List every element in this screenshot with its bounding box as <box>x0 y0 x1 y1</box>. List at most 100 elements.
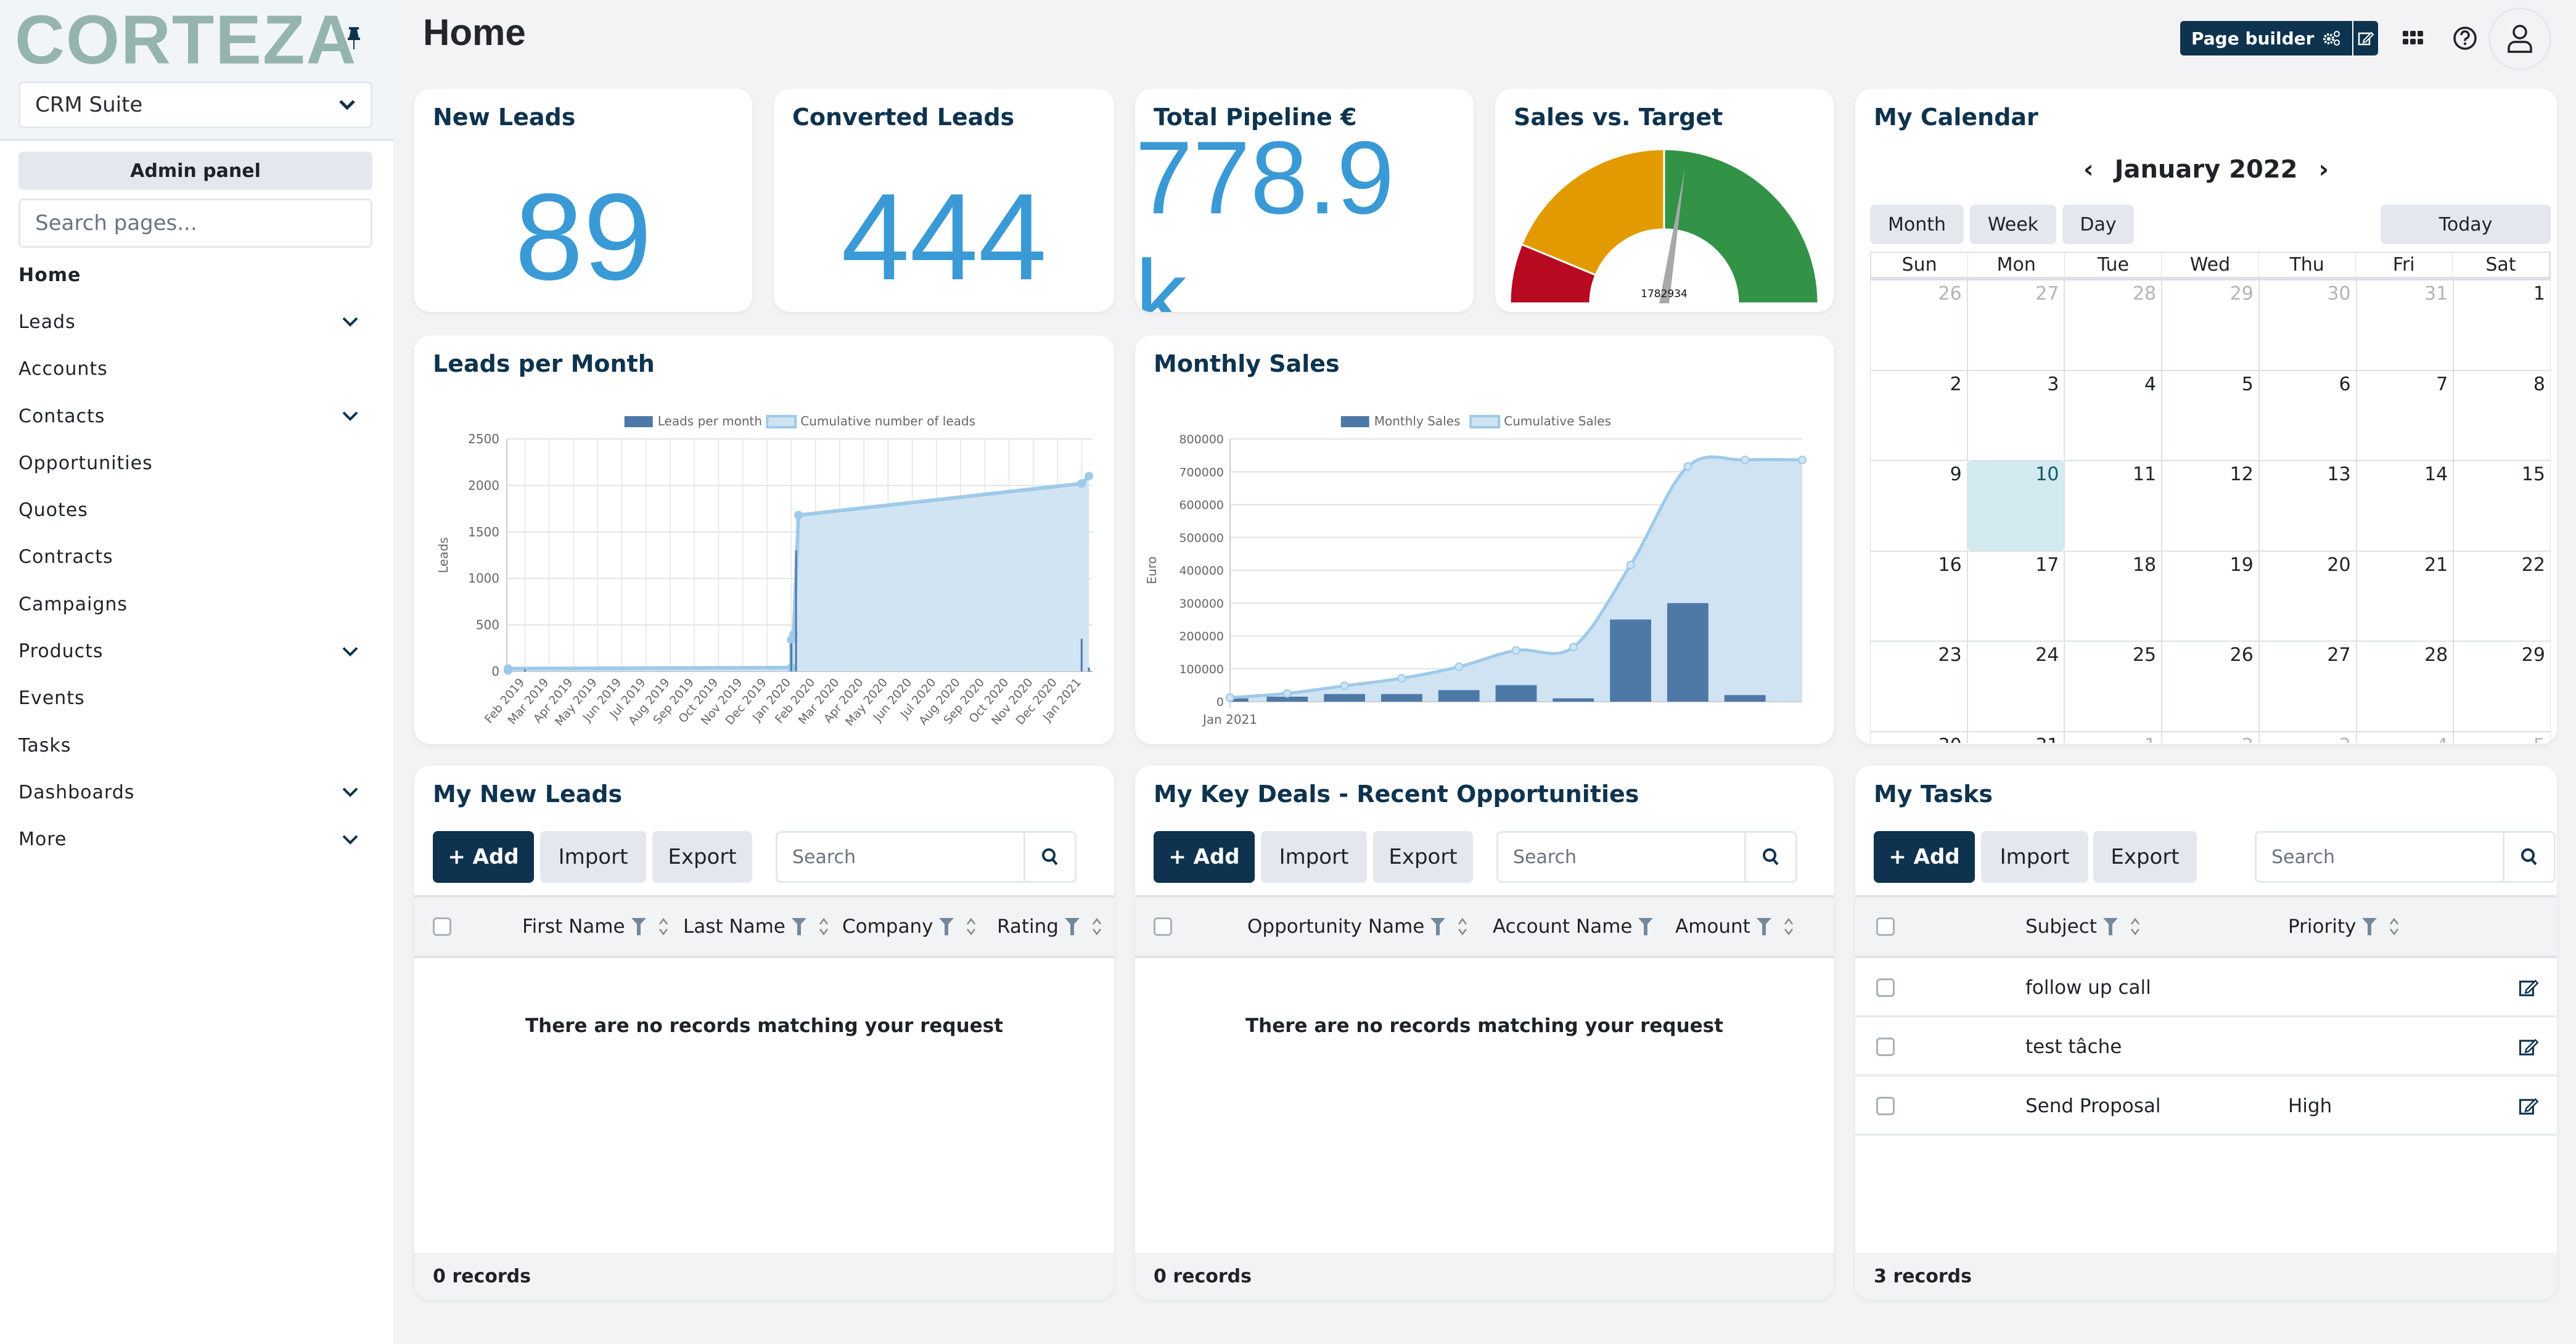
sidebar-item-home[interactable]: Home <box>18 252 372 298</box>
column-account-name[interactable]: Account Name <box>1493 898 1654 956</box>
sort-icon[interactable] <box>819 917 829 936</box>
row-checkbox[interactable] <box>1876 1097 1895 1115</box>
calendar-day[interactable]: 28 <box>2064 280 2162 371</box>
export-button[interactable]: Export <box>1373 831 1473 883</box>
page-builder-button[interactable]: Page builder <box>2180 21 2353 55</box>
today-button[interactable]: Today <box>2381 205 2551 244</box>
namespace-select[interactable]: CRM Suite <box>18 81 372 128</box>
calendar-day[interactable]: 7 <box>2356 370 2454 461</box>
filter-icon[interactable] <box>939 918 954 935</box>
calendar-day[interactable]: 28 <box>2356 641 2454 732</box>
calendar-day[interactable]: 27 <box>2258 641 2357 732</box>
calendar-day[interactable]: 19 <box>2162 551 2259 641</box>
row-checkbox[interactable] <box>1876 978 1895 997</box>
calendar-day[interactable]: 30 <box>1870 731 1967 743</box>
calendar-day[interactable]: 22 <box>2453 551 2551 641</box>
sidebar-item-campaigns[interactable]: Campaigns <box>18 581 372 628</box>
calendar-day[interactable]: 3 <box>2258 731 2357 743</box>
user-menu-button[interactable] <box>2488 7 2551 70</box>
calendar-day[interactable]: 3 <box>1967 370 2065 461</box>
export-button[interactable]: Export <box>652 831 752 883</box>
help-icon[interactable] <box>2450 23 2480 53</box>
view-month-button[interactable]: Month <box>1870 205 1964 244</box>
calendar-day[interactable]: 1 <box>2453 280 2551 371</box>
sidebar-item-dashboards[interactable]: Dashboards <box>18 769 372 816</box>
sidebar-item-accounts[interactable]: Accounts <box>18 346 372 393</box>
column-company[interactable]: Company <box>842 898 976 956</box>
search-button[interactable] <box>1025 833 1075 881</box>
import-button[interactable]: Import <box>1261 831 1367 883</box>
calendar-day[interactable]: 27 <box>1967 280 2065 371</box>
sort-icon[interactable] <box>658 917 668 936</box>
column-last-name[interactable]: Last Name <box>683 898 829 956</box>
sort-icon[interactable] <box>2389 917 2399 936</box>
calendar-day[interactable]: 21 <box>2356 551 2454 641</box>
calendar-day[interactable]: 20 <box>2258 551 2357 641</box>
sidebar-item-contracts[interactable]: Contracts <box>18 534 372 581</box>
add-button[interactable]: + Add <box>1874 831 1975 883</box>
select-all-checkbox[interactable] <box>1876 917 1895 936</box>
calendar-day[interactable]: 31 <box>2356 280 2454 371</box>
chevron-down-icon[interactable] <box>342 645 359 658</box>
filter-icon[interactable] <box>1638 918 1654 935</box>
select-all-checkbox[interactable] <box>1154 917 1172 936</box>
calendar-day[interactable]: 17 <box>1967 551 2065 641</box>
filter-icon[interactable] <box>2362 918 2377 935</box>
sidebar-item-more[interactable]: More <box>18 816 372 863</box>
calendar-day[interactable]: 5 <box>2162 370 2259 461</box>
filter-icon[interactable] <box>1430 918 1446 935</box>
chevron-down-icon[interactable] <box>342 834 359 846</box>
filter-icon[interactable] <box>631 918 646 935</box>
pin-icon[interactable] <box>347 27 361 49</box>
calendar-day[interactable]: 18 <box>2064 551 2162 641</box>
column-first-name[interactable]: First Name <box>522 898 668 956</box>
export-button[interactable]: Export <box>2093 831 2197 883</box>
sidebar-item-tasks[interactable]: Tasks <box>18 722 372 769</box>
sidebar-item-products[interactable]: Products <box>18 628 372 674</box>
calendar-day[interactable]: 2 <box>1870 370 1967 461</box>
chevron-down-icon[interactable] <box>342 316 359 328</box>
table-row[interactable]: follow up call <box>1855 958 2557 1017</box>
sidebar-item-contacts[interactable]: Contacts <box>18 393 372 440</box>
filter-icon[interactable] <box>1756 918 1771 935</box>
edit-page-button[interactable] <box>2352 21 2379 55</box>
calendar-day[interactable]: 9 <box>1870 461 1967 551</box>
calendar-day[interactable]: 24 <box>1967 641 2065 732</box>
apps-grid-icon[interactable] <box>2398 23 2428 53</box>
calendar-day[interactable]: 1 <box>2064 731 2162 743</box>
select-all-checkbox[interactable] <box>433 917 451 936</box>
calendar-day[interactable]: 14 <box>2356 461 2454 551</box>
filter-icon[interactable] <box>791 918 806 935</box>
sidebar-item-leads[interactable]: Leads <box>18 298 372 345</box>
calendar-day[interactable]: 4 <box>2064 370 2162 461</box>
column-opportunity-name[interactable]: Opportunity Name <box>1247 898 1467 956</box>
calendar-day[interactable]: 29 <box>2453 641 2551 732</box>
search-input[interactable]: Search <box>1498 833 1746 881</box>
calendar-day[interactable]: 29 <box>2162 280 2259 371</box>
calendar-day[interactable]: 15 <box>2453 461 2551 551</box>
calendar-day[interactable]: 23 <box>1870 641 1967 732</box>
sort-icon[interactable] <box>966 917 976 936</box>
edit-record-button[interactable] <box>2519 958 2538 1017</box>
filter-icon[interactable] <box>2102 918 2118 935</box>
calendar-day[interactable]: 30 <box>2258 280 2357 371</box>
edit-record-button[interactable] <box>2519 1076 2538 1136</box>
filter-icon[interactable] <box>1064 918 1080 935</box>
calendar-day-today[interactable]: 10 <box>1967 461 2065 551</box>
import-button[interactable]: Import <box>540 831 646 883</box>
chevron-down-icon[interactable] <box>342 410 359 422</box>
table-row[interactable]: Send Proposal High <box>1855 1076 2557 1136</box>
import-button[interactable]: Import <box>1981 831 2088 883</box>
add-button[interactable]: + Add <box>1154 831 1255 883</box>
column-rating[interactable]: Rating <box>997 898 1102 956</box>
calendar-day[interactable]: 11 <box>2064 461 2162 551</box>
calendar-day[interactable]: 5 <box>2453 731 2551 743</box>
calendar-day[interactable]: 26 <box>2162 641 2259 732</box>
calendar-day[interactable]: 4 <box>2356 731 2454 743</box>
search-button[interactable] <box>2504 833 2554 881</box>
sort-icon[interactable] <box>1092 917 1102 936</box>
search-pages-input[interactable]: Search pages... <box>18 199 372 248</box>
sidebar-item-events[interactable]: Events <box>18 675 372 722</box>
search-input[interactable]: Search <box>777 833 1025 881</box>
sort-icon[interactable] <box>1784 917 1794 936</box>
